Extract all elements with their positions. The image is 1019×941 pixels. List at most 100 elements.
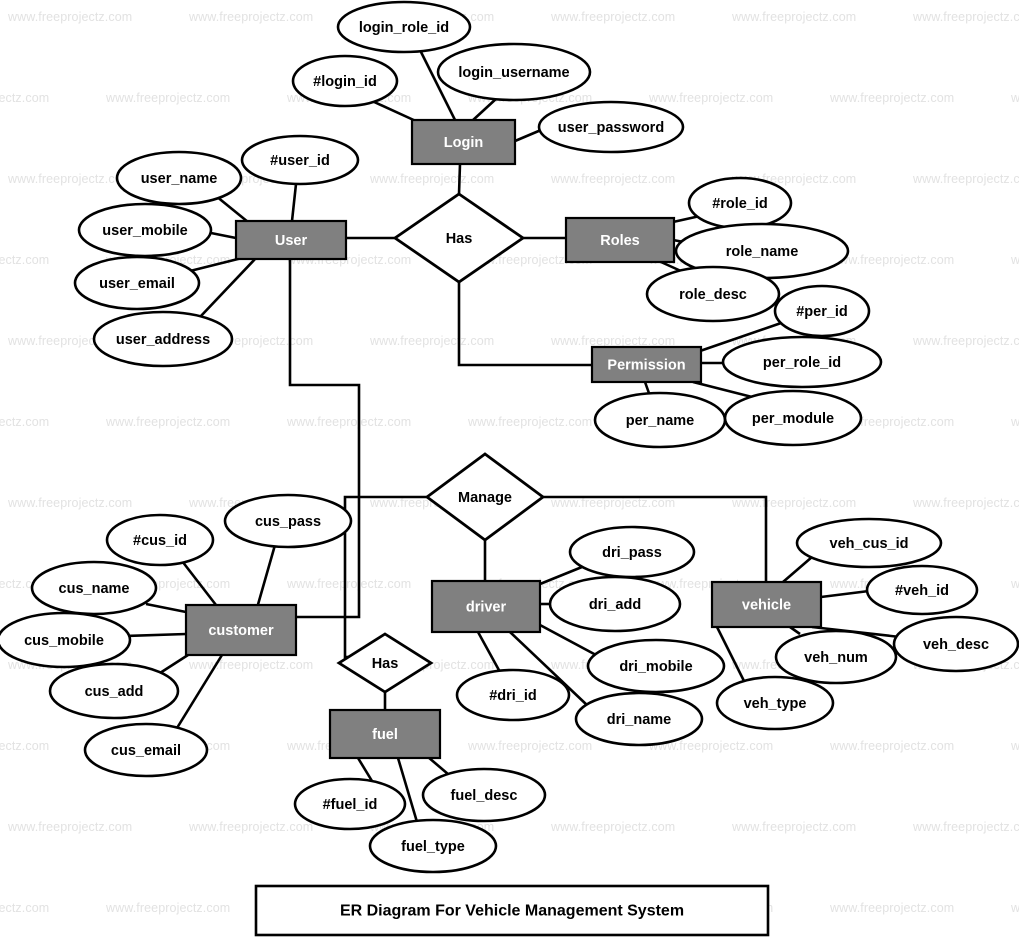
entity-label: Login [444, 135, 483, 151]
attribute-label: user_address [116, 332, 210, 348]
relationship-has_user_roles[interactable]: Has [392, 192, 526, 284]
attribute-dri_mobile[interactable]: dri_mobile [586, 638, 726, 694]
attribute-label: cus_add [85, 684, 144, 700]
attribute-login_id[interactable]: #login_id [291, 54, 399, 108]
edge-driver-dri_id [476, 631, 502, 673]
attribute-label: per_name [626, 413, 695, 429]
edge-customer-cus_email [175, 654, 224, 729]
attribute-cus_email[interactable]: cus_email [83, 722, 209, 778]
attribute-label: cus_name [59, 581, 130, 597]
edge-vehicle-veh_type [715, 626, 748, 686]
edge-login-login_username [471, 97, 498, 122]
edge-user-user_email [189, 256, 243, 273]
edge-user-user_mobile [210, 231, 237, 240]
attribute-label: cus_email [111, 743, 181, 759]
relationship-has_fuel[interactable]: Has [336, 632, 434, 694]
entity-driver[interactable]: driver [430, 579, 542, 634]
attribute-user_name[interactable]: user_name [115, 150, 243, 206]
attribute-label: #dri_id [489, 688, 537, 704]
attribute-label: dri_mobile [619, 659, 692, 675]
entity-label: driver [466, 599, 507, 615]
attribute-label: role_name [726, 244, 799, 260]
attribute-label: #per_id [796, 304, 848, 320]
edge-has-permission [457, 282, 592, 367]
attribute-label: user_name [141, 171, 218, 187]
attribute-cus_mobile[interactable]: cus_mobile [0, 611, 132, 669]
attribute-label: #role_id [712, 196, 768, 212]
attribute-fuel_desc[interactable]: fuel_desc [421, 767, 547, 823]
entity-fuel[interactable]: fuel [328, 708, 442, 760]
attribute-label: login_role_id [359, 20, 449, 36]
relationship-label: Has [446, 231, 473, 247]
entity-label: Permission [607, 357, 685, 373]
attribute-label: veh_type [744, 696, 807, 712]
attribute-label: user_email [99, 276, 175, 292]
attribute-dri_id[interactable]: #dri_id [455, 668, 571, 722]
attribute-user_email[interactable]: user_email [73, 255, 201, 311]
edge-login-has [457, 163, 462, 195]
attribute-dri_name[interactable]: dri_name [574, 691, 704, 747]
attribute-fuel_id[interactable]: #fuel_id [293, 777, 407, 831]
attribute-label: dri_pass [602, 545, 662, 561]
attribute-label: #login_id [313, 74, 377, 90]
edge-vehicle-veh_cus_id [782, 556, 813, 583]
attribute-veh_type[interactable]: veh_type [715, 675, 835, 731]
attribute-per_role_id[interactable]: per_role_id [721, 335, 883, 389]
relationship-label: Has [372, 656, 399, 672]
attribute-dri_add[interactable]: dri_add [548, 575, 682, 633]
attribute-role_desc[interactable]: role_desc [645, 265, 781, 323]
attribute-label: #user_id [270, 153, 330, 169]
attribute-user_id[interactable]: #user_id [240, 134, 360, 186]
entity-label: fuel [372, 727, 398, 743]
attribute-label: user_mobile [102, 223, 187, 239]
edge-customer-cus_pass [255, 544, 277, 609]
attribute-label: login_username [458, 65, 569, 81]
attribute-user_address[interactable]: user_address [92, 310, 234, 368]
attribute-user_password[interactable]: user_password [537, 100, 685, 154]
attribute-cus_id[interactable]: #cus_id [105, 513, 215, 567]
entity-customer[interactable]: customer [184, 603, 298, 657]
attribute-label: #cus_id [133, 533, 187, 549]
relationship-label: Manage [458, 490, 512, 506]
edge-vehicle-veh_id [820, 589, 870, 599]
attribute-login_role_id[interactable]: login_role_id [336, 0, 472, 54]
attribute-label: dri_name [607, 712, 671, 728]
entity-label: vehicle [742, 597, 791, 613]
attribute-veh_cus_id[interactable]: veh_cus_id [795, 517, 943, 569]
edge-customer-cus_add [159, 653, 189, 675]
edge-customer-cus_mobile [125, 632, 187, 638]
entity-vehicle[interactable]: vehicle [710, 580, 823, 629]
edge-login-login_id [371, 99, 419, 124]
attribute-user_mobile[interactable]: user_mobile [77, 202, 213, 258]
diagram-caption: ER Diagram For Vehicle Management System [254, 884, 770, 937]
attribute-per_name[interactable]: per_name [593, 391, 727, 449]
attribute-role_id[interactable]: #role_id [687, 176, 793, 230]
attribute-veh_num[interactable]: veh_num [774, 629, 898, 685]
attribute-label: #fuel_id [323, 797, 378, 813]
attribute-label: veh_cus_id [830, 536, 909, 552]
relationship-manage[interactable]: Manage [424, 452, 546, 542]
er-diagram-canvas: www.freeprojectz.com www.freeprojectz.com… [0, 0, 1019, 941]
entity-label: customer [208, 623, 274, 639]
attribute-veh_desc[interactable]: veh_desc [892, 615, 1019, 673]
attribute-login_username[interactable]: login_username [436, 42, 592, 102]
entity-login[interactable]: Login [410, 118, 517, 166]
entity-label: User [275, 233, 308, 249]
attribute-dri_pass[interactable]: dri_pass [568, 525, 696, 579]
attribute-label: user_password [558, 120, 664, 136]
edge-customer-cus_id [180, 560, 218, 606]
entity-roles[interactable]: Roles [564, 216, 676, 264]
attribute-cus_name[interactable]: cus_name [30, 560, 158, 616]
edge-user-customer [288, 259, 361, 619]
entity-user[interactable]: User [234, 219, 348, 261]
attribute-cus_add[interactable]: cus_add [48, 662, 180, 720]
attribute-per_id[interactable]: #per_id [773, 284, 871, 338]
attribute-per_module[interactable]: per_module [723, 389, 863, 447]
attribute-veh_id[interactable]: #veh_id [865, 564, 979, 616]
edge-user-user_name [215, 194, 249, 224]
attribute-label: per_role_id [763, 355, 841, 371]
entity-permission[interactable]: Permission [590, 345, 703, 384]
er-diagram-svg: login_role_id #login_id login_usernameuser… [0, 0, 1019, 937]
attribute-cus_pass[interactable]: cus_pass [223, 493, 353, 549]
attribute-fuel_type[interactable]: fuel_type [368, 818, 498, 874]
